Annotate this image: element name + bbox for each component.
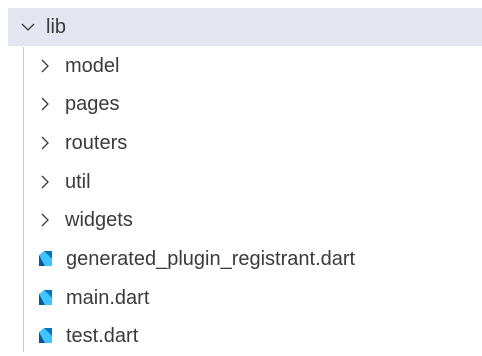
folder-label: routers [65, 132, 128, 154]
dart-file-icon [35, 288, 55, 308]
chevron-right-icon [37, 96, 53, 112]
folder-label: util [65, 171, 91, 193]
folder-label: widgets [65, 209, 133, 231]
folder-label: model [65, 55, 120, 77]
folder-model[interactable]: model [0, 47, 482, 85]
folder-routers[interactable]: routers [0, 124, 482, 162]
dart-file-icon [35, 326, 55, 346]
folder-label: pages [65, 93, 120, 115]
chevron-right-icon [37, 174, 53, 190]
file-generated-plugin-registrant[interactable]: generated_plugin_registrant.dart [0, 240, 482, 278]
chevron-down-icon [20, 19, 36, 35]
folder-widgets[interactable]: widgets [0, 201, 482, 239]
dart-file-icon [35, 249, 55, 269]
folder-label: lib [46, 16, 67, 38]
file-label: test.dart [66, 325, 139, 347]
chevron-right-icon [37, 212, 53, 228]
folder-util[interactable]: util [0, 163, 482, 201]
file-explorer-tree: lib model pages routers util widgets gen… [0, 0, 482, 356]
file-label: main.dart [66, 287, 150, 309]
chevron-right-icon [37, 135, 53, 151]
file-label: generated_plugin_registrant.dart [66, 248, 356, 270]
folder-lib[interactable]: lib [8, 8, 482, 46]
chevron-right-icon [37, 58, 53, 74]
file-test-dart[interactable]: test.dart [0, 317, 482, 355]
file-main-dart[interactable]: main.dart [0, 279, 482, 317]
folder-pages[interactable]: pages [0, 85, 482, 123]
